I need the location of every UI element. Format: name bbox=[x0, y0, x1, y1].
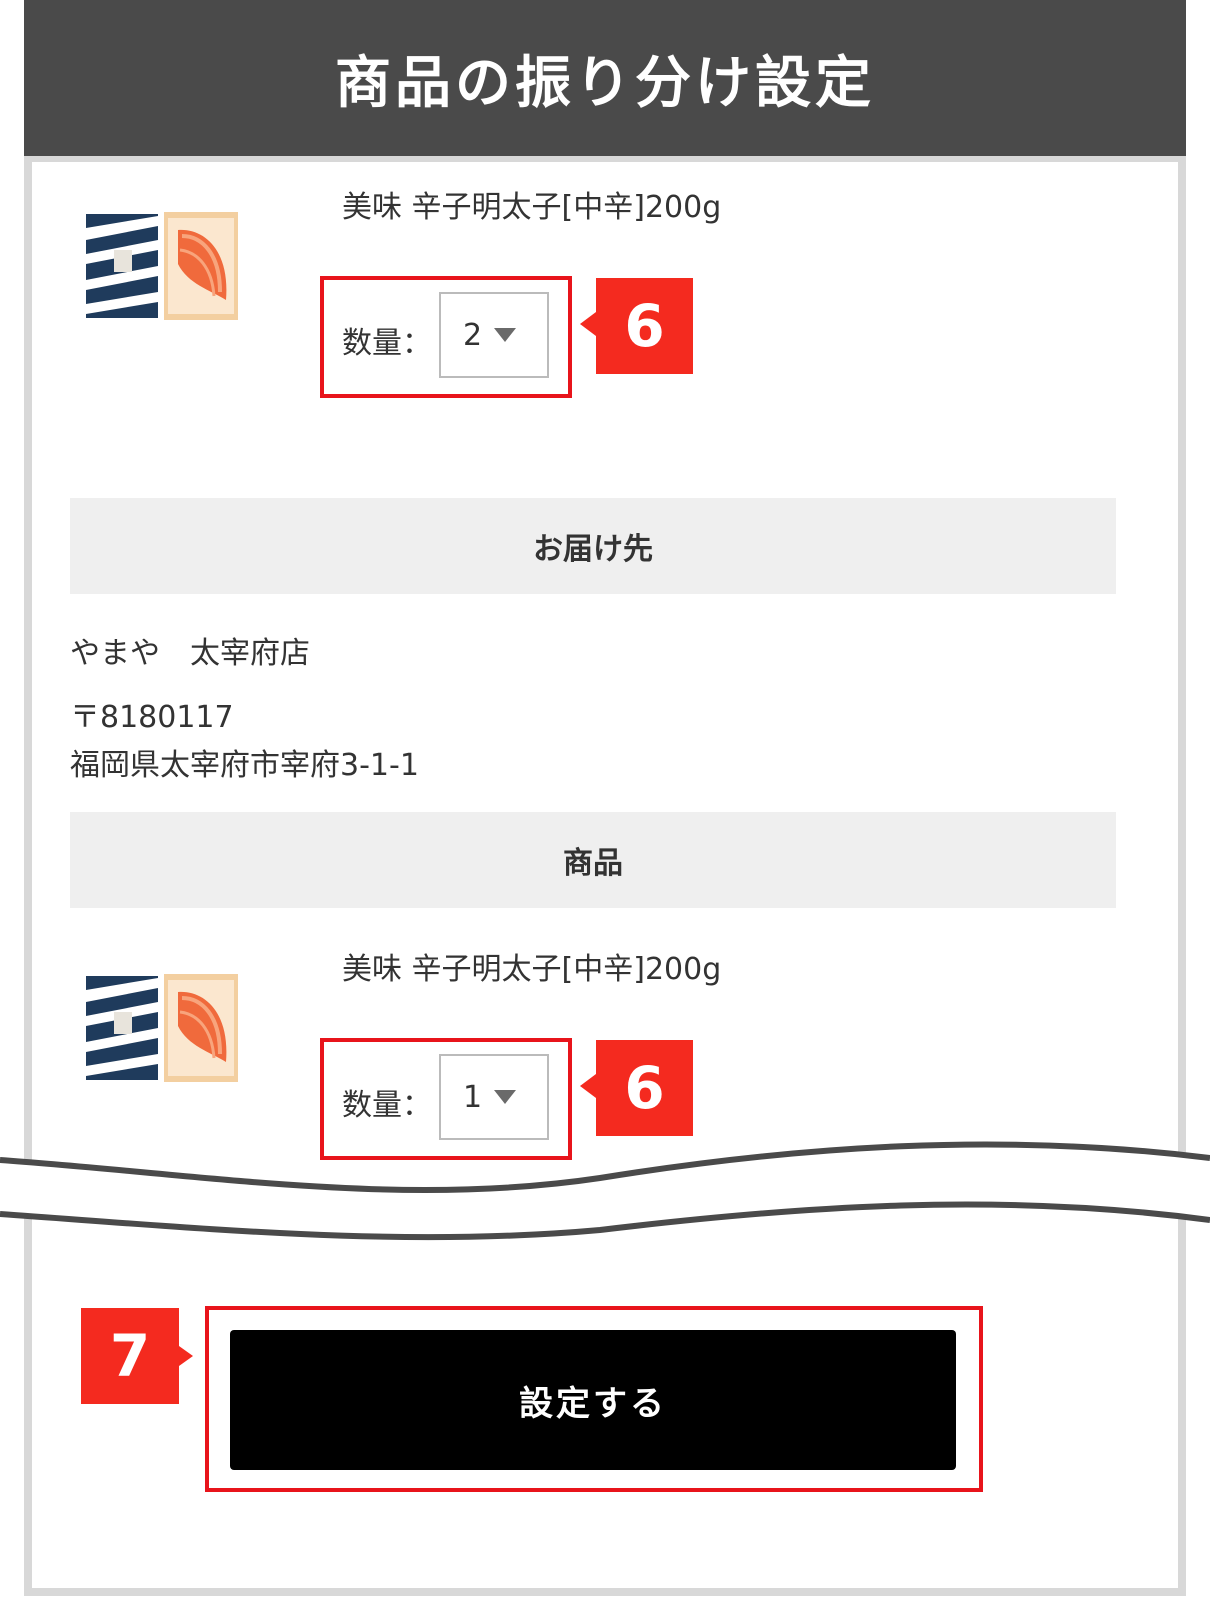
marker-pointer bbox=[179, 1346, 193, 1366]
product-section-header: 商品 bbox=[70, 812, 1116, 908]
step-marker: 7 bbox=[81, 1308, 179, 1404]
product-thumbnail bbox=[84, 972, 238, 1084]
content-break-wave bbox=[0, 1141, 1210, 1241]
product-thumbnail bbox=[84, 210, 238, 322]
recipient-name: やまや 太宰府店 bbox=[70, 636, 310, 671]
product-name: 美味 辛子明太子[中辛]200g bbox=[342, 190, 722, 225]
page-title: 商品の振り分け設定 bbox=[335, 50, 875, 116]
highlight-frame bbox=[320, 276, 572, 398]
product-name: 美味 辛子明太子[中辛]200g bbox=[342, 952, 722, 987]
marker-pointer bbox=[580, 1074, 596, 1098]
step-marker: 6 bbox=[596, 278, 693, 374]
postal-code: 〒8180117 bbox=[70, 700, 234, 735]
delivery-section-header: お届け先 bbox=[70, 498, 1116, 594]
page-header: 商品の振り分け設定 bbox=[24, 0, 1186, 156]
marker-pointer bbox=[580, 312, 596, 336]
address-line: 福岡県太宰府市宰府3-1-1 bbox=[70, 748, 419, 783]
submit-button[interactable]: 設定する bbox=[230, 1330, 956, 1470]
